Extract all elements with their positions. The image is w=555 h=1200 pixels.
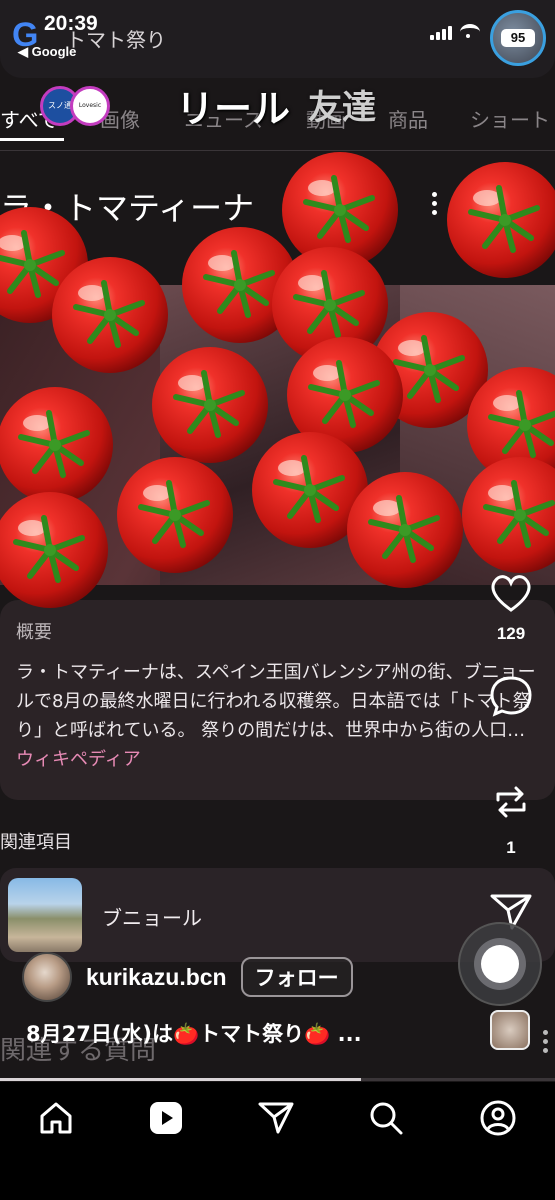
assistive-touch-dot: [481, 945, 519, 983]
related-heading: 関連項目: [0, 832, 72, 853]
audio-thumbnail[interactable]: [490, 1010, 530, 1050]
account-avatar[interactable]: [22, 952, 72, 1002]
repost-icon[interactable]: [486, 780, 536, 824]
repost-count: 1: [506, 838, 516, 857]
follow-button[interactable]: フォロー: [240, 957, 353, 997]
account-username[interactable]: kurikazu.bcn: [86, 964, 227, 991]
related-item-label[interactable]: ブニョール: [102, 902, 202, 931]
send-icon[interactable]: [256, 1098, 296, 1138]
tab-shopping[interactable]: 商品: [388, 104, 428, 133]
more-options-icon[interactable]: [432, 192, 438, 216]
wifi-icon: [460, 24, 480, 40]
overview-body: ラ・トマティーナは、スペイン王国バレンシア州の街、ブニョールで8月の最終水曜日に…: [16, 662, 536, 741]
active-tab-indicator: [0, 138, 64, 141]
friends-tab[interactable]: 友達: [308, 80, 376, 129]
google-search-bar[interactable]: G 20:39 ◀ Google トマト祭り 95: [0, 0, 555, 78]
reel-progress-bar[interactable]: [0, 1078, 555, 1081]
status-icons: [430, 24, 480, 40]
bottom-navigation: [0, 1082, 555, 1200]
overview-label: 概要: [16, 622, 52, 643]
cellular-signal-icon: [430, 24, 452, 40]
overview-text: ラ・トマティーナは、スペイン王国バレンシア州の街、ブニョールで8月の最終水曜日に…: [16, 658, 541, 774]
more-options-icon[interactable]: [543, 1030, 549, 1056]
wikipedia-link[interactable]: ウィキペディア: [16, 749, 141, 770]
reel-caption[interactable]: 8月27日(水)は🍅トマト祭り🍅 ...: [26, 1018, 362, 1048]
search-query[interactable]: トマト祭り: [66, 24, 166, 53]
like-count: 129: [496, 624, 526, 643]
search-icon[interactable]: [366, 1098, 406, 1138]
profile-icon[interactable]: [478, 1098, 518, 1138]
image-thumbnail[interactable]: [400, 285, 555, 585]
reel-account-row: kurikazu.bcn フォロー: [22, 952, 353, 1002]
comment-icon[interactable]: [486, 674, 536, 718]
knowledge-panel-title: ラ・トマティーナ: [0, 189, 255, 227]
tab-shorts[interactable]: ショート: [470, 104, 550, 133]
divider: [0, 150, 555, 151]
google-account-avatar[interactable]: 95: [490, 10, 546, 66]
reels-tab[interactable]: リール: [176, 78, 290, 133]
knowledge-panel-images[interactable]: [0, 285, 555, 585]
home-icon[interactable]: [36, 1098, 76, 1138]
battery-indicator: 95: [501, 29, 535, 47]
reels-icon[interactable]: [146, 1098, 186, 1138]
assistive-touch-button[interactable]: [458, 922, 542, 1006]
image-thumbnail[interactable]: [160, 285, 400, 585]
related-item-thumbnail[interactable]: [8, 878, 82, 952]
story-avatar[interactable]: Lovesic LIVE Babylon: [70, 86, 110, 126]
reel-progress-fill: [0, 1078, 361, 1081]
like-heart-icon[interactable]: [486, 570, 536, 614]
